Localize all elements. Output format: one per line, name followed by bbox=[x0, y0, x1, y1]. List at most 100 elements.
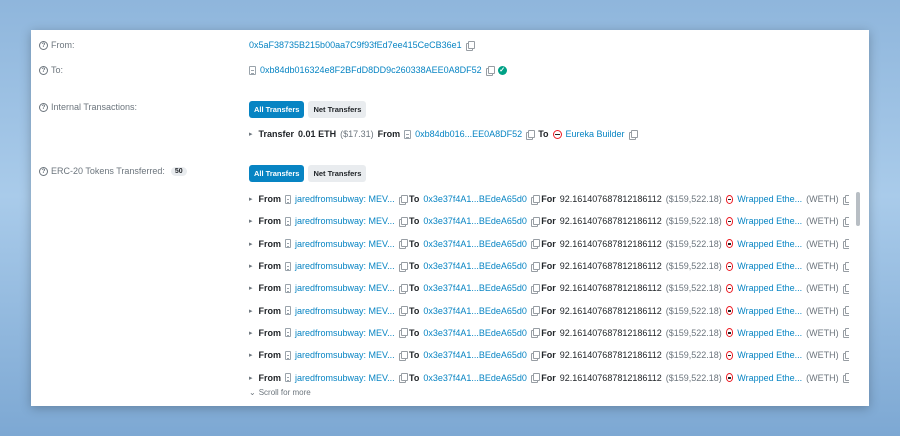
tab-net-transfers[interactable]: Net Transfers bbox=[308, 101, 367, 118]
contract-icon bbox=[285, 194, 291, 204]
row-to-link[interactable]: 0x3e37f4A1...BEdeA65d0 bbox=[423, 261, 527, 271]
scrollbar-thumb[interactable] bbox=[856, 192, 860, 226]
copy-icon[interactable] bbox=[530, 194, 541, 205]
weth-token-icon bbox=[725, 350, 734, 360]
row-amount: 92.161407687812186112 bbox=[559, 305, 662, 316]
row-token-link[interactable]: Wrapped Ethe... bbox=[737, 328, 802, 338]
copy-icon[interactable] bbox=[526, 129, 536, 140]
help-icon[interactable]: ? bbox=[39, 65, 48, 75]
copy-icon[interactable] bbox=[842, 261, 849, 272]
contract-icon bbox=[285, 216, 291, 226]
copy-icon[interactable] bbox=[628, 129, 638, 140]
erc20-label: ? ERC-20 Tokens Transferred: 50 bbox=[39, 166, 187, 176]
row-usd: ($159,522.18) bbox=[665, 238, 722, 249]
row-token-link[interactable]: Wrapped Ethe... bbox=[737, 350, 802, 360]
copy-icon[interactable] bbox=[398, 194, 409, 205]
caret-right-icon: ▸ bbox=[249, 218, 253, 226]
internal-transactions-label: ? Internal Transactions: bbox=[39, 102, 137, 112]
row-from-link[interactable]: jaredfromsubway: MEV... bbox=[295, 261, 395, 271]
tab-all-transfers[interactable]: All Transfers bbox=[249, 165, 305, 182]
erc20-tabs: All Transfers Net Transfers bbox=[249, 165, 367, 182]
row-token-link[interactable]: Wrapped Ethe... bbox=[737, 239, 802, 249]
copy-icon[interactable] bbox=[842, 283, 849, 294]
row-token-symbol: (WETH) bbox=[806, 238, 839, 249]
copy-icon[interactable] bbox=[465, 40, 475, 51]
copy-icon[interactable] bbox=[398, 283, 409, 294]
table-row: ▸ From jaredfromsubway: MEV... To 0x3e37… bbox=[249, 344, 849, 366]
tab-net-transfers[interactable]: Net Transfers bbox=[308, 165, 367, 182]
transaction-details-panel: ? From: 0x5aF38735B215b00aa7C9f93fEd7ee4… bbox=[31, 30, 869, 406]
row-token-link[interactable]: Wrapped Ethe... bbox=[737, 216, 802, 226]
copy-icon[interactable] bbox=[530, 261, 541, 272]
copy-icon[interactable] bbox=[485, 65, 495, 76]
from-address-link[interactable]: 0x5aF38735B215b00aa7C9f93fEd7ee415CeCB36… bbox=[249, 40, 462, 50]
internal-to-link[interactable]: Eureka Builder bbox=[566, 129, 625, 139]
row-to-link[interactable]: 0x3e37f4A1...BEdeA65d0 bbox=[423, 373, 527, 383]
copy-icon[interactable] bbox=[842, 216, 849, 227]
copy-icon[interactable] bbox=[530, 350, 541, 361]
row-to-link[interactable]: 0x3e37f4A1...BEdeA65d0 bbox=[423, 350, 527, 360]
scrollbar[interactable] bbox=[856, 192, 860, 392]
help-icon[interactable]: ? bbox=[39, 40, 48, 50]
row-from-link[interactable]: jaredfromsubway: MEV... bbox=[295, 306, 395, 316]
internal-from-link[interactable]: 0xb84db016...EE0A8DF52 bbox=[415, 129, 522, 139]
copy-icon[interactable] bbox=[842, 328, 849, 339]
row-from-link[interactable]: jaredfromsubway: MEV... bbox=[295, 350, 395, 360]
copy-icon[interactable] bbox=[530, 239, 541, 250]
copy-icon[interactable] bbox=[842, 350, 849, 361]
row-from-link[interactable]: jaredfromsubway: MEV... bbox=[295, 328, 395, 338]
scroll-for-more[interactable]: ⌄ Scroll for more bbox=[249, 388, 311, 397]
from-label: ? From: bbox=[39, 40, 75, 50]
table-row: ▸ From jaredfromsubway: MEV... To 0x3e37… bbox=[249, 210, 849, 232]
table-row: ▸ From jaredfromsubway: MEV... To 0x3e37… bbox=[249, 277, 849, 299]
row-from-link[interactable]: jaredfromsubway: MEV... bbox=[295, 239, 395, 249]
contract-icon bbox=[285, 306, 291, 316]
to-address-link[interactable]: 0xb84db016324e8F2BFdD8DD9c260338AEE0A8DF… bbox=[260, 65, 482, 75]
row-from-link[interactable]: jaredfromsubway: MEV... bbox=[295, 216, 395, 226]
internal-tabs: All Transfers Net Transfers bbox=[249, 101, 367, 118]
caret-right-icon: ▸ bbox=[249, 374, 253, 382]
copy-icon[interactable] bbox=[842, 306, 849, 317]
tab-all-transfers[interactable]: All Transfers bbox=[249, 101, 305, 118]
caret-right-icon: ▸ bbox=[249, 240, 253, 248]
row-to-link[interactable]: 0x3e37f4A1...BEdeA65d0 bbox=[423, 306, 527, 316]
internal-transfer: ▸ Transfer 0.01 ETH ($17.31) From 0xb84d… bbox=[249, 129, 638, 140]
help-icon[interactable]: ? bbox=[39, 166, 48, 176]
copy-icon[interactable] bbox=[530, 328, 541, 339]
copy-icon[interactable] bbox=[530, 283, 541, 294]
copy-icon[interactable] bbox=[398, 350, 409, 361]
row-amount: 92.161407687812186112 bbox=[559, 350, 662, 361]
erc20-transfer-list[interactable]: ▸ From jaredfromsubway: MEV... To 0x3e37… bbox=[249, 188, 849, 384]
row-token-link[interactable]: Wrapped Ethe... bbox=[737, 283, 802, 293]
from-value: 0x5aF38735B215b00aa7C9f93fEd7ee415CeCB36… bbox=[249, 40, 475, 51]
row-token-link[interactable]: Wrapped Ethe... bbox=[737, 373, 802, 383]
copy-icon[interactable] bbox=[398, 373, 409, 384]
row-token-link[interactable]: Wrapped Ethe... bbox=[737, 261, 802, 271]
copy-icon[interactable] bbox=[530, 216, 541, 227]
row-from-link[interactable]: jaredfromsubway: MEV... bbox=[295, 373, 395, 383]
copy-icon[interactable] bbox=[842, 194, 849, 205]
copy-icon[interactable] bbox=[398, 306, 409, 317]
copy-icon[interactable] bbox=[398, 216, 409, 227]
help-icon[interactable]: ? bbox=[39, 102, 48, 112]
table-row: ▸ From jaredfromsubway: MEV... To 0x3e37… bbox=[249, 233, 849, 255]
contract-icon bbox=[285, 373, 291, 383]
copy-icon[interactable] bbox=[842, 239, 849, 250]
row-from-link[interactable]: jaredfromsubway: MEV... bbox=[295, 194, 395, 204]
row-to-link[interactable]: 0x3e37f4A1...BEdeA65d0 bbox=[423, 216, 527, 226]
row-from-link[interactable]: jaredfromsubway: MEV... bbox=[295, 283, 395, 293]
table-row: ▸ From jaredfromsubway: MEV... To 0x3e37… bbox=[249, 299, 849, 321]
weth-token-icon bbox=[725, 261, 734, 271]
copy-icon[interactable] bbox=[842, 373, 849, 384]
copy-icon[interactable] bbox=[398, 328, 409, 339]
copy-icon[interactable] bbox=[530, 373, 541, 384]
row-to-link[interactable]: 0x3e37f4A1...BEdeA65d0 bbox=[423, 283, 527, 293]
row-token-link[interactable]: Wrapped Ethe... bbox=[737, 194, 802, 204]
row-token-link[interactable]: Wrapped Ethe... bbox=[737, 306, 802, 316]
copy-icon[interactable] bbox=[530, 306, 541, 317]
copy-icon[interactable] bbox=[398, 261, 409, 272]
copy-icon[interactable] bbox=[398, 239, 409, 250]
row-to-link[interactable]: 0x3e37f4A1...BEdeA65d0 bbox=[423, 239, 527, 249]
row-to-link[interactable]: 0x3e37f4A1...BEdeA65d0 bbox=[423, 328, 527, 338]
row-to-link[interactable]: 0x3e37f4A1...BEdeA65d0 bbox=[423, 194, 527, 204]
